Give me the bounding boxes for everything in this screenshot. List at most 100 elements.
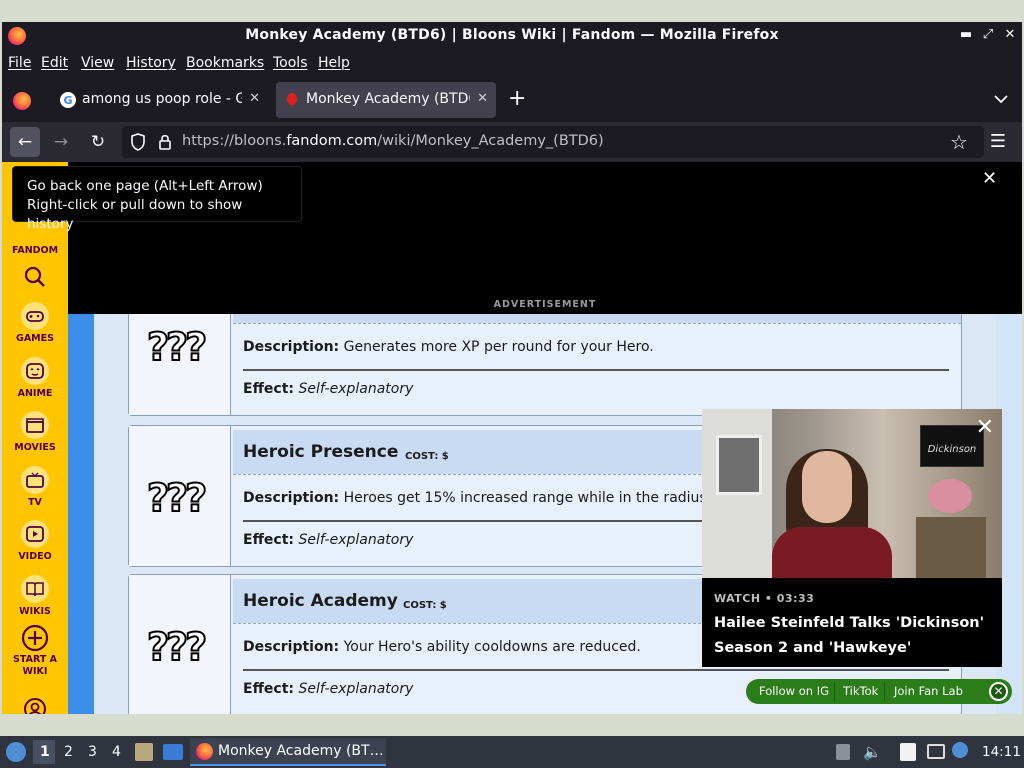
workspace-4[interactable]: 4 — [112, 744, 121, 760]
unknown-upgrade-icon: ??? — [146, 475, 208, 521]
tab-close-icon[interactable]: ✕ — [249, 91, 260, 106]
rail-label: VIDEO — [18, 551, 52, 562]
video-title[interactable]: Hailee Steinfeld Talks 'Dickinson' Seaso… — [714, 611, 990, 661]
menu-bookmarks[interactable]: Bookmarks — [186, 55, 264, 71]
navigation-bar: ← → ↻ https://bloons.fandom.com/wiki/Mon… — [2, 122, 1022, 162]
balloon-favicon-icon — [287, 93, 297, 107]
menu-history[interactable]: History — [126, 55, 176, 71]
follow-ig-button[interactable]: Follow on IG — [759, 684, 829, 698]
dickinson-sign: Dickinson — [920, 425, 984, 467]
workspace-2[interactable]: 2 — [64, 744, 73, 760]
url-text[interactable]: https://bloons.fandom.com/wiki/Monkey_Ac… — [182, 133, 604, 149]
firefox-taskbar-icon — [196, 743, 213, 760]
firefox-view-icon[interactable] — [13, 92, 31, 110]
volume-icon[interactable]: 🔈 — [863, 743, 882, 761]
restore-icon[interactable]: ⤢ — [979, 26, 997, 44]
fandom-label[interactable]: FANDOM — [2, 245, 68, 256]
back-button-tooltip: Go back one page (Alt+Left Arrow) Right-… — [12, 166, 302, 232]
rail-wikis[interactable]: WIKIS — [2, 575, 68, 617]
search-icon[interactable] — [24, 266, 46, 292]
rail-tv[interactable]: TV — [2, 466, 68, 508]
upgrade-name: Heroic Academy — [243, 591, 398, 611]
taskbar-app-label: Monkey Academy (BT… — [218, 743, 384, 759]
bookmark-star-icon[interactable]: ☆ — [944, 127, 974, 157]
tiktok-button[interactable]: TikTok — [843, 684, 878, 698]
effect-text: Self-explanatory — [298, 381, 414, 397]
close-window-icon[interactable]: ✕ — [1001, 26, 1019, 44]
upgrade-cost: COST: $ — [405, 451, 449, 462]
close-ad-icon[interactable]: ✕ — [982, 168, 997, 189]
rail-movies[interactable]: MOVIES — [2, 411, 68, 453]
clapperboard-icon — [21, 411, 49, 439]
user-account-icon[interactable] — [24, 698, 46, 714]
divider — [233, 323, 961, 324]
tab-label: among us poop role - Goo — [82, 91, 242, 107]
menu-tools[interactable]: Tools — [273, 55, 308, 71]
upgrade-effect: Effect: Self-explanatory — [243, 381, 413, 397]
workspace-3[interactable]: 3 — [88, 744, 97, 760]
start-menu-icon[interactable] — [6, 742, 26, 762]
forward-button[interactable]: → — [46, 127, 76, 157]
minimize-icon[interactable]: ▬ — [957, 26, 975, 44]
rail-label: MOVIES — [14, 442, 56, 453]
new-tab-icon[interactable]: + — [508, 86, 526, 111]
description-text: Heroes get 15% increased range while in … — [343, 490, 753, 506]
reload-button[interactable]: ↻ — [83, 127, 113, 157]
clock[interactable]: 14:11 — [982, 744, 1021, 760]
rail-anime[interactable]: ANIME — [2, 357, 68, 399]
effect-label: Effect: — [243, 681, 294, 697]
rail-video[interactable]: VIDEO — [2, 520, 68, 562]
book-icon — [21, 575, 49, 603]
tab-close-icon[interactable]: ✕ — [477, 91, 488, 106]
unknown-upgrade-icon: ??? — [146, 324, 208, 370]
rail-games[interactable]: GAMES — [2, 302, 68, 344]
back-button[interactable]: ← — [10, 127, 40, 157]
url-bar[interactable]: https://bloons.fandom.com/wiki/Monkey_Ac… — [122, 126, 984, 158]
notification-icon[interactable] — [952, 742, 968, 758]
chevron-down-icon[interactable] — [994, 94, 1008, 104]
url-domain: fandom.com — [286, 133, 378, 149]
close-social-icon[interactable]: ✕ — [989, 682, 1008, 701]
menu-help[interactable]: Help — [318, 55, 350, 71]
description-label: Description: — [243, 490, 340, 506]
rail-label: GAMES — [16, 333, 54, 344]
lock-icon[interactable] — [158, 133, 172, 151]
tab-label: Monkey Academy (BTD6) — [306, 91, 470, 107]
gamepad-icon — [21, 302, 49, 330]
social-links-bar: Follow on IG TikTok Join Fan Lab ✕ — [746, 679, 1012, 704]
tray-indicator-icon[interactable] — [836, 744, 850, 760]
upgrade-description: Description: Heroes get 15% increased ra… — [243, 490, 752, 506]
tooltip-line: Right-click or pull down to show history — [27, 197, 243, 232]
effect-text: Self-explanatory — [298, 532, 414, 548]
rail-label: START A WIKI — [13, 654, 57, 677]
upgrade-description: Description: Generates more XP per round… — [243, 339, 654, 355]
hamburger-menu-icon[interactable]: ☰ — [983, 127, 1013, 157]
menu-file[interactable]: File — [8, 55, 31, 71]
display-icon[interactable] — [927, 744, 945, 759]
play-icon — [21, 520, 49, 548]
description-label: Description: — [243, 639, 340, 655]
video-player[interactable]: Dickinson ✕ WATCH • 03:33 Hailee Steinfe… — [702, 409, 1002, 667]
video-thumbnail[interactable]: Dickinson — [702, 409, 1002, 578]
upgrade-image-cell: ??? — [129, 575, 231, 714]
tab-monkey-academy[interactable]: Monkey Academy (BTD6) ✕ — [276, 82, 496, 118]
description-label: Description: — [243, 339, 340, 355]
close-video-icon[interactable]: ✕ — [976, 415, 994, 440]
description-text: Your Hero's ability cooldowns are reduce… — [343, 639, 641, 655]
svg-text:G: G — [63, 94, 72, 107]
menu-edit[interactable]: Edit — [41, 55, 68, 71]
shield-icon[interactable] — [130, 133, 146, 151]
menu-view[interactable]: View — [81, 55, 114, 71]
tv-icon — [21, 466, 49, 494]
desktop: Monkey Academy (BTD6) | Bloons Wiki | Fa… — [0, 0, 1024, 768]
clipboard-icon[interactable] — [900, 743, 916, 761]
join-fan-lab-button[interactable]: Join Fan Lab — [894, 684, 963, 698]
tab-google-search[interactable]: G among us poop role - Goo ✕ — [52, 82, 268, 118]
rail-start-a-wiki[interactable]: START A WIKI — [2, 624, 68, 678]
show-desktop-icon[interactable] — [163, 744, 183, 760]
anime-face-icon — [21, 357, 49, 385]
file-manager-icon[interactable] — [135, 743, 153, 761]
upgrade-effect: Effect: Self-explanatory — [243, 532, 413, 548]
taskbar-firefox-window[interactable]: Monkey Academy (BT… — [190, 738, 386, 766]
workspace-1[interactable]: 1 — [40, 744, 50, 760]
